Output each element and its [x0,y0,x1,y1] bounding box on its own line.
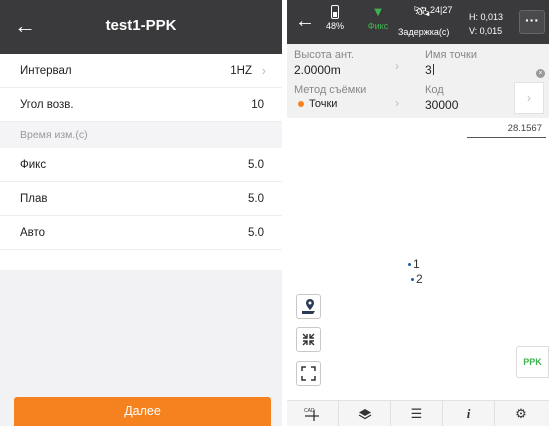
layers-button[interactable] [339,401,391,426]
ppk-button[interactable]: PPK [516,346,549,378]
survey-point[interactable]: 1 [408,257,420,271]
survey-method-value-wrap: Точки [294,98,406,110]
bottom-toolbar: CAD ☰ i ⚙ [287,400,549,426]
float-time-label: Плав [20,193,48,205]
scale-bar [467,137,546,138]
survey-method-label: Метод съёмки [294,84,367,96]
auto-time-value: 5.0 [248,227,264,239]
point-name-field[interactable]: Имя точки 3 × [425,49,549,78]
more-menu-button[interactable]: ··· [519,10,545,34]
shrink-icon [302,333,315,346]
setting-row-elevation-angle[interactable]: Угол возв. 10 [0,88,282,122]
chevron-right-icon: › [395,96,399,110]
full-extent-button[interactable] [296,361,321,386]
survey-fields-panel: Высота ант. 2.0000m › Имя точки 3 × Мето… [287,44,549,118]
chevron-right-icon: › [261,63,266,78]
header-bar: ← test1-PPK [0,0,282,54]
method-dot-icon [298,100,304,107]
fullscreen-icon [301,366,316,381]
code-label: Код [425,84,444,96]
survey-method-field[interactable]: Метод съёмки Точки [294,84,406,110]
settings-list: Интервал 1HZ › Угол возв. 10 Время изм.(… [0,54,282,270]
list-spacer [0,250,282,270]
survey-map-screen: ← 48% ▼ Фикс 🛰 24|27 Задержка(с) H: 0,01… [287,0,549,426]
point-label: 1 [413,257,420,271]
section-title-measure-time: Время изм.(с) [0,122,282,148]
info-button[interactable]: i [443,401,495,426]
precision-readout: H: 0,013 V: 0,015 [469,10,503,38]
h-precision: H: 0,013 [469,12,504,22]
cad-label: CAD [304,408,315,414]
antenna-height-label: Высота ант. [294,49,354,61]
settings-icon: ⚙ [515,406,527,421]
battery-level: 48% [325,21,344,31]
back-arrow-icon[interactable]: ← [295,10,315,33]
menu-button[interactable]: ☰ [391,401,443,426]
setting-row-auto-time[interactable]: Авто 5.0 [0,216,282,250]
text-cursor [432,64,434,75]
cad-icon: CAD [304,408,319,421]
layers-icon [358,409,371,420]
setting-row-interval[interactable]: Интервал 1HZ › [0,54,282,88]
point-marker-icon [411,278,414,282]
map-scale: 28.1567 [467,123,546,138]
float-time-value: 5.0 [248,193,264,205]
status-bar: ← 48% ▼ Фикс 🛰 24|27 Задержка(с) H: 0,01… [287,0,549,44]
next-button[interactable]: Далее [14,397,271,426]
satellite-icon: 🛰 [413,3,431,19]
code-field[interactable]: Код 30000 [425,84,510,112]
scale-value: 28.1567 [507,123,542,134]
fix-time-label: Фикс [20,159,47,171]
info-icon: i [466,406,471,421]
interval-label: Интервал [20,65,72,77]
point-name-label: Имя точки [425,49,477,61]
setting-row-float-time[interactable]: Плав 5.0 [0,182,282,216]
interval-value: 1HZ [230,65,252,77]
delay-label: Задержка(с) [398,27,450,37]
chevron-right-icon: › [395,59,399,73]
survey-point[interactable]: 2 [411,272,423,286]
elevation-angle-value: 10 [251,99,264,111]
zoom-to-points-button[interactable] [296,327,321,352]
fix-status-indicator[interactable]: ▼ Фикс [363,4,393,31]
elevation-angle-label: Угол возв. [20,99,74,111]
receiver-icon: ▼ [371,4,385,19]
map-pin-icon [302,299,315,314]
point-name-input[interactable]: 3 [425,63,549,77]
fix-status-label: Фикс [367,21,389,31]
point-marker-icon [408,263,411,267]
settings-button[interactable]: ⚙ [495,401,547,426]
antenna-height-value: 2.0000m [294,63,341,77]
ppk-settings-screen: ← test1-PPK Интервал 1HZ › Угол возв. 10… [0,0,282,426]
code-list-button[interactable]: › [514,82,544,114]
satellite-count: 24|27 [430,5,453,15]
fix-time-value: 5.0 [248,159,264,171]
locate-button[interactable] [296,294,321,319]
antenna-height-field[interactable]: Высота ант. 2.0000m [294,49,406,77]
survey-method-value: Точки [309,98,338,110]
battery-indicator: 48% [324,4,346,31]
cad-button[interactable]: CAD [287,401,339,426]
menu-icon: ☰ [410,406,423,421]
clear-icon[interactable]: × [536,69,545,78]
setting-row-fix-time[interactable]: Фикс 5.0 [0,148,282,182]
code-value: 30000 [425,98,459,112]
page-title: test1-PPK [105,17,177,34]
battery-icon [331,5,339,19]
v-precision: V: 0,015 [469,26,503,36]
auto-time-label: Авто [20,227,46,239]
point-label: 2 [416,272,423,286]
